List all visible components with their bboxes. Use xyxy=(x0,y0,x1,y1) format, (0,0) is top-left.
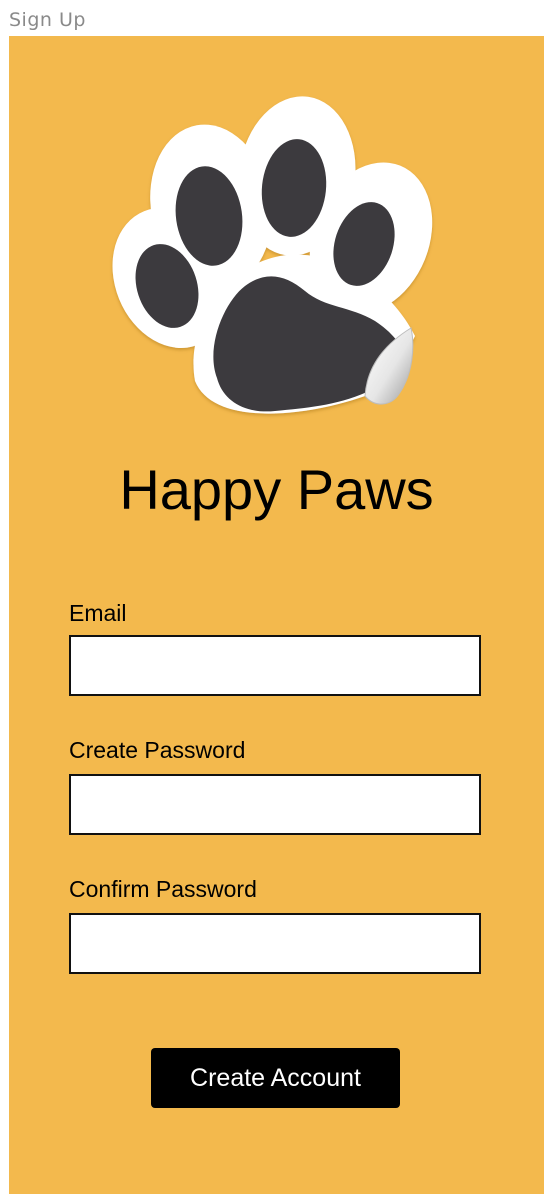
email-field[interactable] xyxy=(69,635,481,696)
frame-title: Sign Up xyxy=(9,9,86,31)
create-password-field[interactable] xyxy=(69,774,481,835)
create-account-button[interactable]: Create Account xyxy=(151,1048,400,1108)
email-label: Email xyxy=(69,600,127,626)
app-title: Happy Paws xyxy=(119,458,434,521)
confirm-password-field[interactable] xyxy=(69,913,481,974)
signup-screen: Happy Paws Email Create Password Confirm… xyxy=(9,36,544,1194)
paw-print-sticker-icon xyxy=(112,96,433,414)
create-password-label: Create Password xyxy=(69,737,246,763)
confirm-password-label: Confirm Password xyxy=(69,876,257,902)
